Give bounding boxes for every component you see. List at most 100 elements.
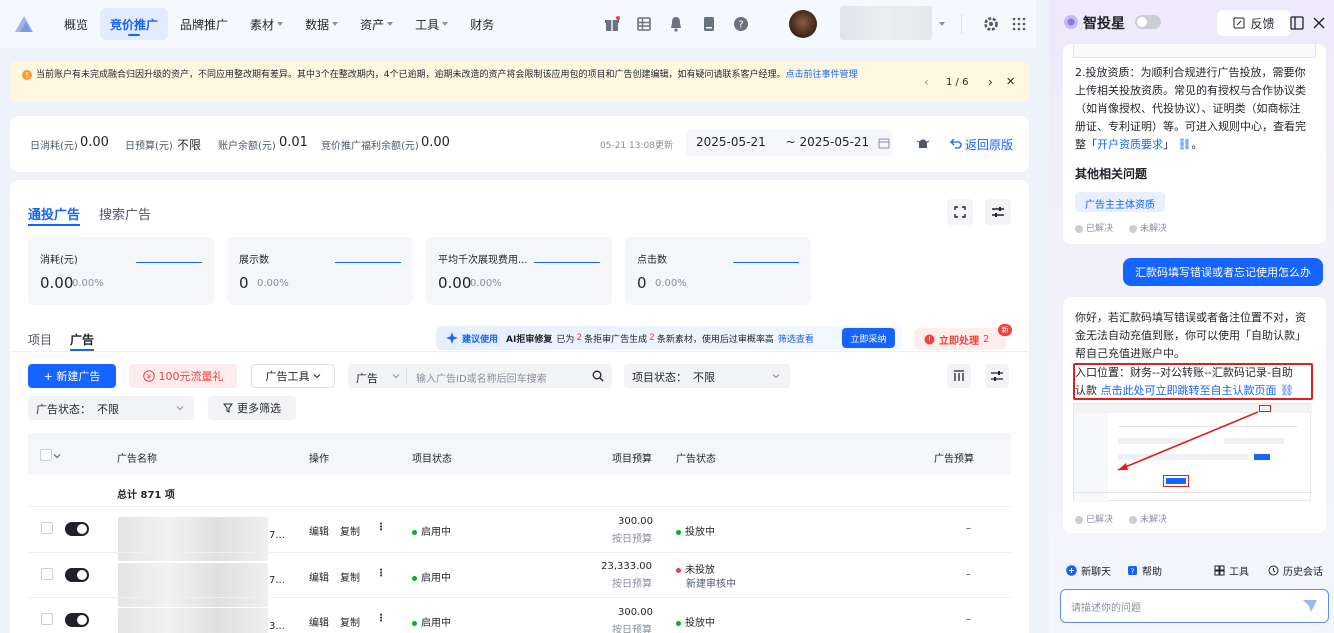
subtab-ad[interactable]: 广告 [70,331,94,348]
settings-icon[interactable] [982,15,1000,33]
related-question-tag[interactable]: 广告主主体资质 [1075,192,1165,212]
apps-grid-icon[interactable] [1010,15,1028,33]
close-icon[interactable]: ✕ [1006,75,1015,89]
metric-card-impressions[interactable]: 展示数 0 0.00% [227,237,413,305]
nav-brand[interactable]: 品牌推广 [170,8,238,40]
close-icon[interactable] [1312,16,1326,30]
help-button[interactable]: ? 帮助 [1127,563,1162,578]
col-ad-name[interactable]: 广告名称 [117,450,157,465]
ad-name-blurred[interactable] [118,563,268,607]
copy-link[interactable]: 复制 [340,569,360,584]
ad-status-select[interactable]: 广告状态： 不限 [28,396,194,420]
copy-link[interactable]: 复制 [340,523,360,538]
account-name-blurred[interactable] [840,6,932,40]
date-range-picker[interactable]: 2025-05-21 ~ 2025-05-21 [686,130,892,156]
ad-name-blurred[interactable] [118,608,268,633]
notice-link[interactable]: 点击前往事件管理 [785,70,857,80]
row-toggle[interactable] [65,568,89,582]
solved-button[interactable]: 已解决 [1075,221,1113,234]
project-status: 启用中 [412,614,451,629]
metric-card-cpm[interactable]: 平均千次展现费用... 0.00 0.00% [426,237,612,305]
settings-button[interactable] [985,199,1011,225]
nav-data[interactable]: 数据 [295,8,348,40]
help-icon[interactable]: ? [732,15,750,33]
metric-card-clicks[interactable]: 点击数 0 0.00% [625,237,811,305]
select-all-checkbox[interactable] [40,449,52,461]
copy-link[interactable]: 复制 [340,614,360,629]
link-icon[interactable]: ⛓ [1174,138,1191,151]
chevron-right-icon[interactable]: › [988,75,993,89]
bell-icon[interactable] [667,15,685,33]
edit-link[interactable]: 编辑 [309,614,329,629]
chat-input[interactable]: 请描述你的问题 [1060,589,1329,623]
more-filter-button[interactable]: 更多筛选 [208,396,296,420]
edit-link[interactable]: 编辑 [309,523,329,538]
bug-icon[interactable] [916,136,930,150]
edit-link[interactable]: 编辑 [309,569,329,584]
history-button[interactable]: 历史会话 [1268,563,1323,578]
solved-button[interactable]: 已解决 [1075,512,1113,525]
nav-assets[interactable]: 资产 [350,8,403,40]
nav-tools[interactable]: 工具 [405,8,458,40]
chevron-left-icon[interactable]: ‹ [924,75,929,89]
adopt-button[interactable]: 立即采纳 [842,328,895,348]
assistant-toggle[interactable] [1135,15,1161,29]
row-toggle[interactable] [65,522,89,536]
col-ad-status[interactable]: 广告状态 [676,450,716,465]
new-chat-button[interactable]: 新聊天 [1066,563,1111,578]
unsolved-button[interactable]: 未解决 [1129,512,1167,525]
search-type-select[interactable]: 广告 [356,370,378,386]
new-ad-button[interactable]: + 新建广告 [28,364,116,388]
back-arrow-icon[interactable] [950,137,962,149]
link-icon[interactable]: ⛓ [1277,384,1294,397]
tab-general-ads[interactable]: 通投广告 [28,204,80,223]
chevron-down-icon[interactable] [53,452,61,460]
subtab-project[interactable]: 项目 [28,331,52,348]
back-to-old-version-link[interactable]: 返回原版 [965,136,1013,153]
search-input[interactable]: 输入广告ID或名称后回车搜索 [416,370,547,385]
qualification-link[interactable]: 开户资质要求 [1097,138,1163,151]
avatar[interactable] [789,10,817,38]
project-status-text: 启用中 [421,573,451,584]
row-checkbox[interactable] [41,613,53,625]
row-toggle[interactable] [65,613,89,627]
handle-now-button[interactable]: 立即处理 2 [914,328,1006,350]
row-checkbox[interactable] [41,568,53,580]
search-icon[interactable] [592,370,604,382]
feedback-button[interactable]: 反馈 [1217,10,1291,36]
col-project-status[interactable]: 项目状态 [412,450,452,465]
unsolved-button[interactable]: 未解决 [1129,221,1167,234]
nav-bidding[interactable]: 竞价推广 [100,8,169,40]
nav-finance[interactable]: 财务 [460,8,504,40]
book-icon[interactable] [700,15,718,33]
dock-icon[interactable] [1290,16,1304,30]
send-icon[interactable] [1302,598,1318,614]
unsolved-label: 未解决 [1140,515,1168,525]
more-icon[interactable]: ⋮ [376,522,386,533]
nav-overview[interactable]: 概览 [54,8,98,40]
filter-settings-button[interactable] [985,364,1009,388]
self-claim-link[interactable]: 点击此处可立即跳转至自主认款页面 [1101,384,1277,397]
calendar-icon[interactable] [878,137,890,149]
col-project-budget[interactable]: 项目预算 [612,450,652,465]
gift-icon[interactable] [603,15,621,33]
tutorial-screenshot[interactable] [1073,403,1312,502]
chat-input-placeholder: 请描述你的问题 [1071,603,1141,614]
tab-search-ads[interactable]: 搜索广告 [99,204,151,223]
ad-tools-dropdown[interactable]: 广告工具 [251,364,335,388]
fullscreen-button[interactable] [947,199,973,225]
more-icon[interactable]: ⋮ [376,613,386,624]
row-checkbox[interactable] [41,522,53,534]
traffic-gift-button[interactable]: ¥ 100元流量礼 [129,364,237,388]
ad-name-blurred[interactable] [118,517,268,561]
handle-now-count: 2 [983,333,990,345]
col-ad-budget[interactable]: 广告预算 [934,450,974,465]
metric-card-spend[interactable]: 消耗(元) 0.00 0.00% [28,237,214,305]
column-config-button[interactable] [947,364,971,388]
nav-material[interactable]: 素材 [240,8,293,40]
promo-filter-link[interactable]: 筛选查看 [778,332,814,345]
project-status-select[interactable]: 项目状态： 不限 [624,364,790,388]
more-icon[interactable]: ⋮ [376,568,386,579]
tools-button[interactable]: 工具 [1214,563,1249,578]
table-icon[interactable] [635,15,653,33]
